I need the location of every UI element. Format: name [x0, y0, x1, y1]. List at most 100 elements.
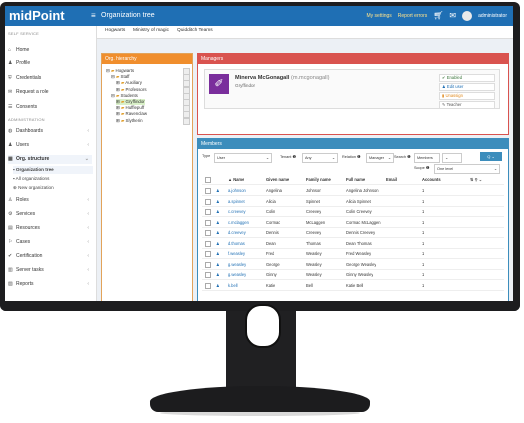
column-family-name-header[interactable]: Family name [306, 175, 331, 184]
sidebar-item-roles[interactable]: ♙ Roles ‹ [8, 196, 92, 205]
tree-node[interactable]: ⊞ ▰ Slytherin [116, 118, 143, 124]
expand-icon[interactable]: ⊞ [116, 80, 120, 85]
tree-node[interactable]: ⊞ ▰ Ravenclaw [116, 111, 147, 117]
member-name-link[interactable]: k.bell [228, 281, 238, 290]
sidebar-item-dashboards[interactable]: ◍ Dashboards ‹ [8, 127, 92, 136]
member-name-link[interactable]: d.creevey [228, 228, 246, 237]
column-full-name-header[interactable]: Full name [346, 175, 365, 184]
sidebar-subitem-organization-tree[interactable]: ▪ Organization tree [13, 166, 93, 174]
expand-icon[interactable]: ⊟ [111, 74, 115, 79]
row-checkbox[interactable] [205, 209, 211, 215]
my-settings-link[interactable]: My settings [366, 13, 391, 19]
tree-node[interactable]: ⊞ ▰ Professors [116, 87, 147, 93]
sidebar-subitem-all-organizations[interactable]: ▪ All organizations [13, 175, 93, 183]
midpoint-logo[interactable]: midPoint [9, 8, 89, 24]
row-checkbox[interactable] [205, 219, 211, 226]
mail-icon[interactable]: ✉ [449, 11, 456, 21]
menu-toggle-icon[interactable]: ≡ [91, 10, 96, 21]
table-row[interactable]: ♟ a.spinnet Alicia Spinnet Alicia Spinnet 1 [202, 197, 504, 207]
tree-node[interactable]: ⊞ ▰ Gryffindor [116, 99, 145, 105]
expand-icon[interactable]: ⊞ [116, 118, 120, 123]
avatar[interactable] [462, 11, 473, 21]
table-row[interactable]: ♟ c.creevey Colin Creevey Colin Creevey 1 [202, 207, 504, 217]
expand-icon[interactable]: ⊞ [116, 99, 120, 104]
sidebar-item-resources[interactable]: ▤ Resources ‹ [8, 224, 92, 233]
column-options-icon[interactable]: ⇅ ⚲ ⌄ [470, 175, 482, 184]
sidebar-item-server-tasks[interactable]: ▥ Server tasks ‹ [8, 266, 92, 275]
member-name-link[interactable]: d.thomas [228, 239, 245, 248]
user-icon: ♟ [8, 60, 13, 66]
row-checkbox[interactable] [205, 261, 211, 268]
table-row[interactable]: ♟ k.bell Katie Bell Katie Bell 1 [202, 281, 504, 291]
member-name-link[interactable]: g.weasley [228, 270, 246, 279]
tree-node[interactable]: ⊞ ▰ Auxiliary [116, 80, 142, 86]
report-errors-link[interactable]: Report errors [398, 13, 427, 19]
table-row[interactable]: ♟ a.johnson Angelina Johnson Angelina Johnso… [202, 186, 504, 196]
expand-icon[interactable]: ⊞ [116, 87, 120, 92]
manager-name[interactable]: Minerva McGonagall (m.mcgonagall) [235, 75, 330, 81]
row-checkbox[interactable] [205, 240, 211, 247]
org-hierarchy-panel: Org. hierarchy ⊟ ▰ Hogwarts ⊟ ▰ Staff ⊞ ▰ … [101, 53, 193, 301]
relation-select[interactable]: Manager ⌄ [366, 153, 394, 163]
table-row[interactable]: ♟ g.weasley George Weasley George Weasley 1 [202, 260, 504, 270]
sidebar-subitem-new-organization[interactable]: ⊕ New organization [13, 184, 93, 192]
user-name[interactable]: administrator [478, 13, 507, 19]
tree-node[interactable]: ⊟ ▰ Hogwarts [106, 68, 134, 74]
sidebar-item-services[interactable]: ⚙ Services ‹ [8, 210, 92, 219]
tree-node-menu-icon[interactable] [183, 117, 190, 125]
sidebar-item-certification[interactable]: ✔ Certification ‹ [8, 252, 92, 261]
search-scope-select[interactable]: Members [414, 153, 440, 163]
row-checkbox[interactable] [205, 230, 211, 236]
tree-node[interactable]: ⊟ ▰ Staff [111, 74, 130, 80]
member-name-link[interactable]: c.creevey [228, 207, 246, 216]
tenant-select[interactable]: Any ⌄ [302, 153, 338, 163]
scope-select[interactable]: One level ⌄ [434, 164, 500, 174]
sidebar-item-profile[interactable]: ♟ Profile [8, 59, 92, 68]
cart-icon[interactable]: 🛒︎ [433, 11, 443, 21]
type-select[interactable]: User ⌄ [214, 153, 272, 163]
column-name-header[interactable]: ▲ Name [228, 175, 244, 184]
tree-node[interactable]: ⊟ ▰ Students [111, 93, 138, 99]
manager-enabled-button[interactable]: ✔ Enabled [439, 74, 495, 82]
member-name-link[interactable]: g.weasley [228, 260, 246, 269]
expand-icon[interactable]: ⊞ [116, 105, 120, 110]
member-name-link[interactable]: a.johnson [228, 186, 246, 195]
sidebar-item-home[interactable]: ⌂ Home [8, 46, 92, 55]
table-row[interactable]: ♟ d.thomas Dean Thomas Dean Thomas 1 [202, 239, 504, 249]
table-row[interactable]: ♟ c.mclaggen Cormac McLaggen Cormac McLaggen… [202, 218, 504, 228]
table-row[interactable]: ♟ d.creevey Dennis Creevey Dennis Creevey 1 [202, 228, 504, 238]
sidebar-item-users[interactable]: ♟ Users ‹ [8, 141, 92, 150]
manager-teacher-button[interactable]: ✎ Teacher [439, 101, 495, 109]
member-name-link[interactable]: c.mclaggen [228, 218, 249, 227]
manager-edit-button[interactable]: ♟ Edit user [439, 83, 495, 91]
row-checkbox[interactable] [205, 188, 211, 194]
sidebar-item-credentials[interactable]: ⛨ Credentials [8, 74, 92, 83]
expand-icon[interactable]: ⊟ [106, 68, 110, 73]
row-checkbox[interactable] [205, 198, 211, 205]
member-name-link[interactable]: f.weasley [228, 249, 245, 258]
column-given-name-header[interactable]: Given name [266, 175, 289, 184]
tree-node[interactable]: ⊞ ▰ Hufflepuff [116, 105, 144, 111]
members-search-button[interactable]: Q ⌄ [480, 152, 502, 161]
sidebar-item-request-role[interactable]: ✉ Request a role [8, 88, 92, 97]
column-accounts-header[interactable]: Accounts [422, 175, 441, 184]
row-checkbox[interactable] [205, 251, 211, 257]
column-email-header[interactable]: Email [386, 175, 397, 184]
manager-unassign-button[interactable]: ▮ Unassign [439, 92, 495, 100]
table-row[interactable]: ♟ g.weasley Ginny Weasley Ginny Weasley 1 [202, 270, 504, 280]
search-more-select[interactable]: ⌄ [442, 153, 462, 163]
member-name-link[interactable]: a.spinnet [228, 197, 245, 206]
expand-icon[interactable]: ⊟ [111, 93, 115, 98]
tab-quidditch-teams[interactable]: Quidditch Teams [177, 28, 213, 33]
sidebar-item-consents[interactable]: ☰ Consents [8, 103, 92, 112]
sidebar-item-org-structure[interactable]: ▦ Org. structure ⌄ [8, 155, 92, 164]
expand-icon[interactable]: ⊞ [116, 111, 120, 116]
row-checkbox[interactable] [205, 272, 211, 278]
row-checkbox[interactable] [205, 282, 211, 289]
select-all-checkbox[interactable] [205, 177, 211, 183]
sidebar-item-reports[interactable]: ▧ Reports ‹ [8, 280, 92, 289]
sidebar-item-cases[interactable]: ⚐ Cases ‹ [8, 238, 92, 247]
table-row[interactable]: ♟ f.weasley Fred Weasley Fred Weasley 1 [202, 249, 504, 259]
tab-ministry-of-magic[interactable]: Ministry of magic [133, 28, 169, 33]
tab-hogwarts[interactable]: Hogwarts [105, 28, 125, 33]
